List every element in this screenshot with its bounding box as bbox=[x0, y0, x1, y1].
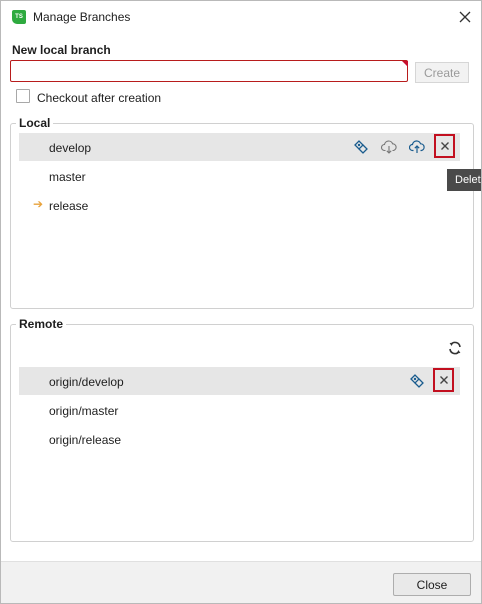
delete-icon bbox=[440, 376, 448, 384]
remote-branch-row-origin-develop[interactable]: origin/develop bbox=[19, 367, 460, 395]
remote-branch-row-origin-release[interactable]: origin/release bbox=[19, 425, 460, 453]
branch-name: master bbox=[49, 170, 86, 184]
remote-branch-row-origin-master[interactable]: origin/master bbox=[19, 396, 460, 424]
push-icon[interactable] bbox=[409, 139, 425, 155]
refresh-icon[interactable] bbox=[447, 340, 463, 356]
dialog-footer: Close bbox=[1, 561, 481, 603]
checkout-label: Checkout after creation bbox=[37, 91, 162, 105]
local-branches-group: Local develop master ➔ release bbox=[10, 115, 474, 309]
pull-icon[interactable] bbox=[381, 139, 397, 155]
close-button[interactable]: Close bbox=[393, 573, 471, 596]
delete-local-branch-button[interactable] bbox=[434, 134, 455, 158]
local-branch-row-release[interactable]: ➔ release bbox=[19, 191, 460, 219]
create-button[interactable]: Create bbox=[415, 62, 469, 83]
delete-icon bbox=[441, 142, 449, 150]
local-branch-row-develop[interactable]: develop bbox=[19, 133, 460, 161]
branch-name: develop bbox=[49, 141, 92, 155]
local-group-title: Local bbox=[16, 115, 54, 131]
branch-name: origin/release bbox=[49, 433, 122, 447]
close-icon[interactable] bbox=[457, 9, 473, 25]
remote-branches-group: Remote origin/develop origin/master orig… bbox=[10, 316, 474, 542]
validation-error-marker bbox=[402, 61, 408, 67]
branch-name: origin/master bbox=[49, 404, 119, 418]
local-branch-row-master[interactable]: master bbox=[19, 162, 460, 190]
app-logo-icon: TS bbox=[12, 10, 26, 24]
branch-name: origin/develop bbox=[49, 375, 124, 389]
checkout-checkbox[interactable] bbox=[16, 89, 30, 103]
new-branch-label: New local branch bbox=[12, 43, 111, 57]
branch-name: release bbox=[49, 199, 89, 213]
manage-branches-dialog: TS Manage Branches New local branch Crea… bbox=[0, 0, 482, 604]
title-bar: TS Manage Branches bbox=[1, 1, 481, 33]
delete-tooltip: Delete bbox=[447, 169, 481, 191]
remote-group-title: Remote bbox=[16, 316, 67, 332]
current-branch-arrow-icon: ➔ bbox=[33, 197, 44, 211]
merge-icon[interactable] bbox=[409, 373, 425, 389]
new-branch-input[interactable] bbox=[10, 60, 408, 82]
delete-remote-branch-button[interactable] bbox=[433, 368, 454, 392]
window-title: Manage Branches bbox=[33, 10, 131, 24]
merge-icon[interactable] bbox=[353, 139, 369, 155]
